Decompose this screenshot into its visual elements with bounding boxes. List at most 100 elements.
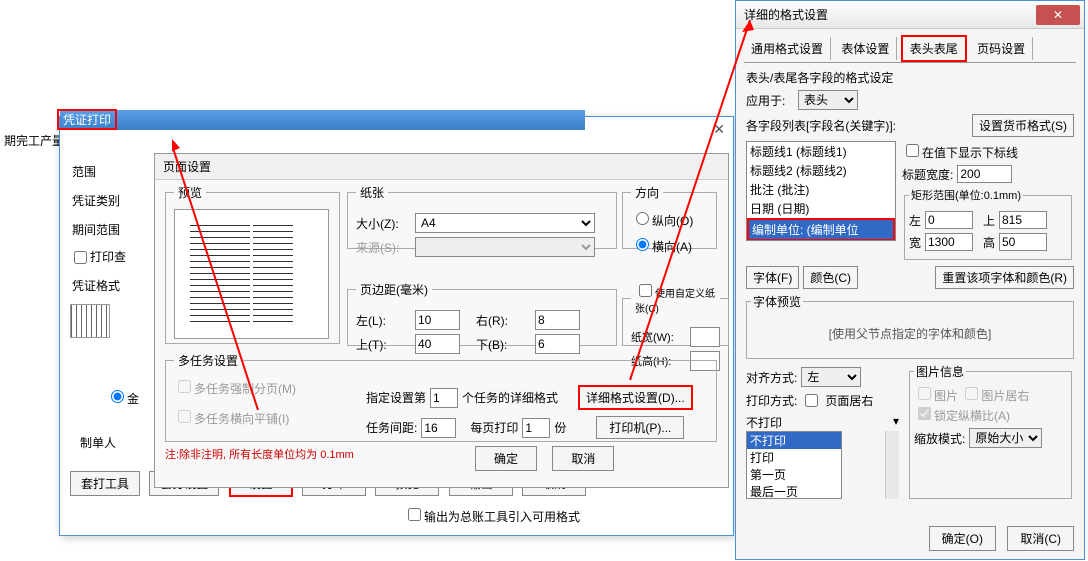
source-label: 来源(S): [356, 239, 411, 256]
dlg2-title: 页面设置 [155, 154, 728, 180]
tw-input[interactable] [957, 165, 1012, 183]
tab-body[interactable]: 表体设置 [834, 37, 897, 60]
mt-label: 上(T): [356, 336, 411, 353]
size-select[interactable]: A4 [415, 213, 595, 233]
reset-button[interactable]: 重置该项字体和颜色(R) [935, 266, 1074, 289]
color-button[interactable]: 颜色(C) [803, 266, 858, 289]
align-select[interactable]: 左 [801, 367, 861, 387]
dlg3-cancel-button[interactable]: 取消(C) [1007, 526, 1074, 551]
currency-button[interactable]: 设置货币格式(S) [972, 114, 1074, 137]
gold-radio[interactable] [111, 390, 124, 403]
output-format-checkbox[interactable] [408, 508, 421, 521]
custom-paper-cb[interactable] [639, 284, 652, 297]
pageright-cb[interactable] [805, 394, 818, 407]
detail-button[interactable]: 详细格式设置(D)... [578, 385, 693, 410]
maker-label: 制单人 [80, 434, 116, 451]
output-format-label: 输出为总账工具引入可用格式 [424, 510, 580, 524]
tab-header[interactable]: 表头表尾 [901, 35, 967, 62]
copies-label: 份 [554, 419, 566, 436]
zoom-label: 缩放模式: [914, 430, 965, 447]
tab-general[interactable]: 通用格式设置 [744, 37, 831, 60]
rect-legend: 矩形范围(单位:0.1mm) [909, 187, 1023, 203]
rw-input[interactable] [925, 233, 973, 251]
printq-label: 打印查 [90, 250, 126, 264]
printq-checkbox[interactable] [74, 251, 87, 264]
pw-input[interactable] [690, 327, 720, 347]
printopt-item[interactable]: 最后一页 [747, 483, 841, 499]
multitask-fieldset: 多任务设置 多任务强制分页(M) 多任务横向平铺(I) 指定设置第 个任务的详细… [165, 352, 717, 442]
printopt-item[interactable]: 第一页 [747, 466, 841, 483]
tab-page[interactable]: 页码设置 [970, 37, 1033, 60]
perpage-input[interactable] [522, 418, 550, 438]
rw-label: 宽 [909, 234, 923, 251]
showsub-cb[interactable] [906, 144, 919, 157]
tile-label: 多任务横向平铺(I) [194, 412, 289, 426]
field-item-selected[interactable]: 编制单位: (编制单位 [747, 218, 895, 241]
dlg2-cancel-button[interactable]: 取消 [552, 446, 614, 471]
rl-label: 左 [909, 212, 923, 229]
field-item[interactable]: 日期 (日期) [747, 199, 895, 218]
dlg3-titlebar[interactable]: 详细的格式设置 ✕ [736, 1, 1084, 29]
haspic-label: 图片 [934, 389, 958, 403]
dlg3-ok-button[interactable]: 确定(O) [929, 526, 996, 551]
fieldlist-label: 各字段列表[字段名(关键字)]: [746, 117, 896, 134]
pageright-label: 页面居右 [825, 392, 873, 409]
voucher-print-dialog: 凭证打印 ✕ 范围 凭证类别 期间范围 打印查 凭证格式 金 制单人 套打工具 … [59, 116, 734, 536]
left-sections: 范围 凭证类别 期间范围 打印查 凭证格式 [70, 157, 140, 338]
vfmt-label: 凭证格式 [70, 271, 140, 300]
rh-input[interactable] [999, 233, 1047, 251]
spec-input[interactable] [430, 388, 458, 408]
rt-label: 上 [983, 212, 997, 229]
field-item[interactable]: 标题线2 (标题线2) [747, 161, 895, 180]
spec-suf: 个任务的详细格式 [462, 389, 558, 406]
printmode-select[interactable]: 不打印▾ [746, 414, 899, 431]
dlg1-titlebar[interactable]: 凭证打印 [60, 110, 585, 130]
ml-input[interactable] [415, 310, 460, 330]
portrait-radio[interactable] [636, 212, 649, 225]
interval-input[interactable] [421, 418, 456, 438]
lock-label: 锁定纵横比(A) [934, 409, 1010, 423]
margins-legend: 页边距(毫米) [356, 281, 432, 298]
showsub-label: 在值下显示下标线 [922, 146, 1018, 160]
printopt-item[interactable]: 打印 [747, 449, 841, 466]
landscape-radio[interactable] [636, 238, 649, 251]
force-cb [178, 380, 191, 393]
gold-label: 金 [127, 392, 139, 406]
rt-input[interactable] [999, 211, 1047, 229]
tool-button[interactable]: 套打工具 [70, 471, 140, 496]
fontprev-text: [使用父节点指定的字体和颜色] [751, 314, 1069, 354]
align-label: 对齐方式: [746, 369, 797, 386]
spec-label: 指定设置第 [366, 389, 426, 406]
mt-input[interactable] [415, 334, 460, 354]
subhead-label: 表头/表尾各字段的格式设定 [746, 69, 1074, 86]
mr-label: 右(R): [476, 312, 531, 329]
detail-format-dialog: 详细的格式设置 ✕ 通用格式设置 表体设置 表头表尾 页码设置 表头/表尾各字段… [735, 0, 1085, 560]
dlg3-close-icon[interactable]: ✕ [1036, 5, 1080, 25]
dlg3-title-text: 详细的格式设置 [740, 6, 1036, 23]
margins-fieldset: 页边距(毫米) 左(L): 右(R): 上(T): 下(B): [347, 281, 617, 346]
picinfo-fieldset: 图片信息 图片 图片居右 锁定纵横比(A) 缩放模式:原始大小 [909, 363, 1072, 499]
zoom-select[interactable]: 原始大小 [969, 428, 1042, 448]
printer-button[interactable]: 打印机(P)... [596, 416, 684, 439]
page-setup-dialog: 页面设置 预览 纸张 大小(Z):A4 来源(S): 方向 纵向(O) 横向(A… [154, 153, 729, 488]
portrait-label: 纵向(O) [652, 214, 693, 228]
dlg3-tabs: 通用格式设置 表体设置 表头表尾 页码设置 [744, 35, 1076, 63]
rl-input[interactable] [925, 211, 973, 229]
applyto-select[interactable]: 表头 [798, 90, 858, 110]
mb-label: 下(B): [476, 336, 531, 353]
mb-input[interactable] [535, 334, 580, 354]
printopt-item[interactable]: 不打印 [747, 432, 841, 449]
vtype-label: 凭证类别 [70, 186, 140, 215]
paper-fieldset: 纸张 大小(Z):A4 来源(S): [347, 184, 617, 249]
interval-label: 任务间距: [366, 419, 417, 436]
printmode-dropdown[interactable]: 不打印 打印 第一页 最后一页 除第一页 [746, 431, 842, 499]
dlg2-ok-button[interactable]: 确定 [475, 446, 537, 471]
field-listbox[interactable]: 标题线1 (标题线1) 标题线2 (标题线2) 批注 (批注) 日期 (日期) … [746, 141, 896, 241]
chevron-down-icon: ▾ [893, 414, 899, 428]
font-button[interactable]: 字体(F) [746, 266, 799, 289]
tile-cb [178, 410, 191, 423]
scope-label: 范围 [70, 157, 140, 186]
field-item[interactable]: 批注 (批注) [747, 180, 895, 199]
mr-input[interactable] [535, 310, 580, 330]
field-item[interactable]: 标题线1 (标题线1) [747, 142, 895, 161]
